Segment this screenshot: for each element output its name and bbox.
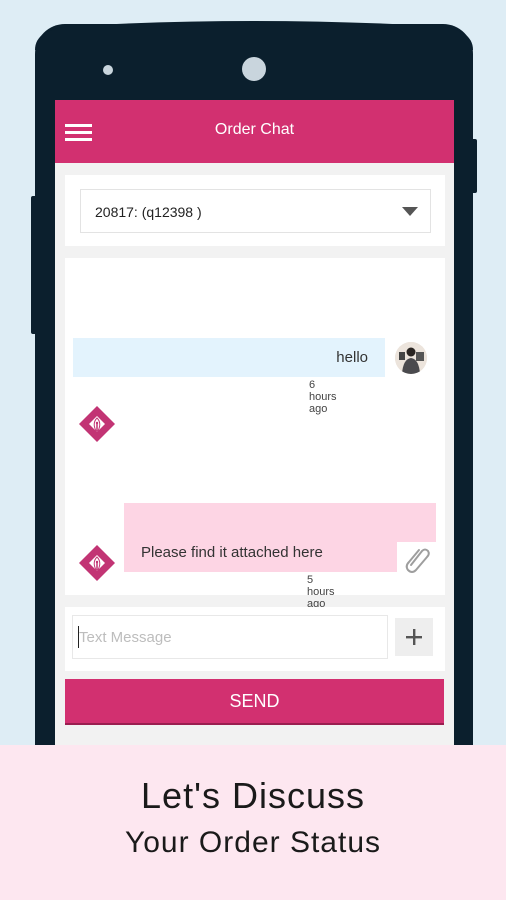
phone-sensor xyxy=(103,65,113,75)
phone-camera xyxy=(242,57,266,81)
chat-thread: hello 6 hours ago Please find it attache… xyxy=(65,258,445,610)
paperclip-icon[interactable] xyxy=(402,543,432,573)
store-logo-icon xyxy=(79,406,115,442)
message-text: hello xyxy=(336,349,368,366)
user-avatar xyxy=(395,342,427,374)
store-logo-icon xyxy=(79,545,115,581)
promo-subtitle: Your Order Status xyxy=(124,826,382,859)
phone-volume-button xyxy=(31,196,37,334)
phone-top-curve xyxy=(35,21,473,50)
page-title: Order Chat xyxy=(214,121,295,138)
order-select[interactable]: 20817: (q12398 ) xyxy=(80,189,431,233)
message-bubble: hello xyxy=(73,338,385,377)
message-input[interactable] xyxy=(72,615,388,659)
message-time: 5 hours ago xyxy=(307,574,335,610)
user-photo-icon xyxy=(395,342,427,374)
message-bubble: Please find it attached here xyxy=(124,533,397,572)
app-screen: Order Chat 20817: (q12398 ) hello 6 hour… xyxy=(55,100,454,745)
promo-banner: Let's Discuss Your Order Status xyxy=(0,745,506,900)
app-bar: Order Chat xyxy=(55,100,454,163)
send-button[interactable]: SEND xyxy=(65,679,444,725)
promo-title: Let's Discuss xyxy=(141,775,365,816)
phone-power-button xyxy=(471,139,477,193)
chevron-down-icon xyxy=(402,207,418,216)
add-attachment-button[interactable] xyxy=(395,618,433,656)
plus-icon xyxy=(406,629,422,645)
order-select-value: 20817: (q12398 ) xyxy=(95,204,202,220)
message-text: Please find it attached here xyxy=(141,544,323,561)
composer xyxy=(65,607,445,671)
text-cursor xyxy=(78,626,79,648)
order-selector-card: 20817: (q12398 ) xyxy=(65,175,445,246)
message-time: 6 hours ago xyxy=(309,379,337,415)
